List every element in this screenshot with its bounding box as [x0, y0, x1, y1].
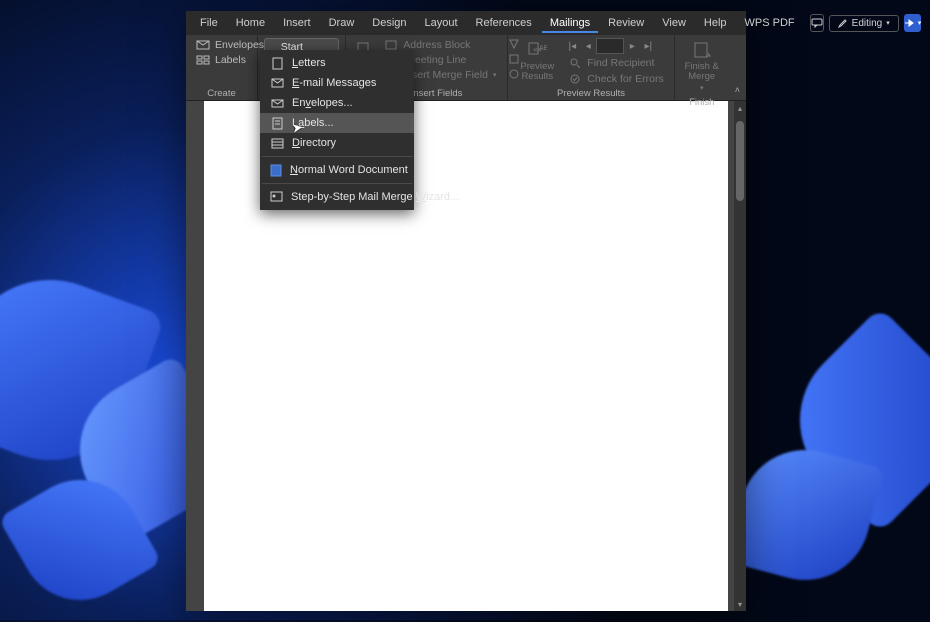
menu-label: Normal Word Document: [290, 164, 408, 176]
share-button[interactable]: ▾: [904, 14, 922, 32]
record-nav: |◂ ◂ ▸ ▸|: [564, 38, 667, 54]
comment-icon: [811, 18, 823, 28]
tab-view[interactable]: View: [654, 13, 694, 33]
ribbon-group-preview: «»ABC Preview Results |◂ ◂ ▸ ▸| Find Rec…: [508, 35, 674, 100]
record-number-field: [596, 38, 624, 54]
menu-item-letters[interactable]: Letters: [260, 53, 414, 73]
tab-layout[interactable]: Layout: [417, 13, 466, 33]
group-label-preview: Preview Results: [514, 87, 667, 99]
menu-item-envelopes[interactable]: Envelopes...: [260, 93, 414, 113]
chevron-down-icon: ▾: [493, 71, 497, 79]
menu-label: Directory: [292, 137, 336, 149]
tab-references[interactable]: References: [468, 13, 540, 33]
menu-item-directory[interactable]: Directory: [260, 133, 414, 153]
menu-item-email[interactable]: E-mail Messages: [260, 73, 414, 93]
label-icon: [270, 116, 284, 130]
next-record-button: ▸: [624, 38, 640, 54]
directory-icon: [270, 136, 284, 150]
menu-label: Envelopes...: [292, 97, 353, 109]
finish-merge-button: Finish & Merge ▾: [681, 38, 723, 96]
label-icon: [196, 54, 210, 66]
search-icon: [568, 57, 582, 69]
menu-item-normal-doc[interactable]: Normal Word Document: [260, 160, 414, 180]
menu-item-wizard[interactable]: Step-by-Step Mail Merge Wizard...: [260, 187, 414, 207]
prev-record-button: ◂: [580, 38, 596, 54]
last-record-button: ▸|: [640, 38, 656, 54]
pencil-icon: [838, 18, 848, 28]
preview-results-label: Preview Results: [520, 62, 554, 82]
preview-icon: «»ABC: [527, 40, 547, 60]
envelope-icon: [270, 96, 284, 110]
tab-mailings[interactable]: Mailings: [542, 13, 598, 33]
mail-icon: [270, 76, 284, 90]
menu-label: Letters: [292, 57, 326, 69]
insert-merge-field-label: Insert Merge Field: [403, 69, 488, 81]
chevron-down-icon: ▾: [700, 84, 704, 94]
comments-button[interactable]: [810, 14, 824, 32]
labels-button[interactable]: Labels: [192, 53, 268, 67]
svg-text:ABC: ABC: [539, 45, 547, 52]
ribbon-group-create: Envelopes Labels Create: [186, 35, 258, 100]
chevron-down-icon: ▾: [886, 19, 890, 27]
ribbon-group-finish: Finish & Merge ▾ Finish: [675, 35, 729, 100]
scroll-thumb[interactable]: [736, 121, 744, 201]
scroll-down-button[interactable]: ▾: [734, 597, 746, 611]
check-icon: [568, 73, 582, 85]
tab-help[interactable]: Help: [696, 13, 735, 33]
scroll-up-button[interactable]: ▴: [734, 101, 746, 115]
envelope-icon: [196, 39, 210, 51]
tab-wps-pdf[interactable]: WPS PDF: [737, 13, 803, 33]
chevron-up-icon: ˄: [735, 85, 740, 95]
tab-insert[interactable]: Insert: [275, 13, 319, 33]
labels-label: Labels: [215, 54, 246, 66]
group-label-finish: Finish: [681, 96, 723, 108]
menu-separator: [262, 183, 412, 184]
share-icon: [904, 18, 916, 28]
word-doc-icon: [270, 163, 282, 177]
ribbon-collapse-button[interactable]: ˄: [729, 80, 746, 100]
wizard-icon: [270, 190, 283, 204]
ribbon-tabstrip: File Home Insert Draw Design Layout Refe…: [186, 11, 746, 35]
menu-label: Labels...: [292, 117, 334, 129]
tab-draw[interactable]: Draw: [321, 13, 363, 33]
tab-file[interactable]: File: [192, 13, 226, 33]
group-label-create: Create: [192, 87, 251, 99]
preview-results-button: «»ABC Preview Results: [514, 38, 560, 84]
tab-review[interactable]: Review: [600, 13, 652, 33]
document-icon: [270, 56, 284, 70]
menu-item-labels[interactable]: Labels...: [260, 113, 414, 133]
menu-label: Step-by-Step Mail Merge Wizard...: [291, 191, 459, 203]
editing-label: Editing: [852, 18, 883, 29]
check-errors-button: Check for Errors: [564, 72, 667, 86]
chevron-down-icon: ▾: [918, 19, 922, 27]
envelopes-button[interactable]: Envelopes: [192, 38, 268, 52]
finish-icon: [692, 40, 712, 60]
editing-mode-button[interactable]: Editing ▾: [829, 15, 899, 32]
envelopes-label: Envelopes: [215, 39, 264, 51]
find-recipient-button: Find Recipient: [564, 56, 667, 70]
tab-design[interactable]: Design: [364, 13, 414, 33]
vertical-scrollbar[interactable]: ▴ ▾: [734, 101, 746, 611]
finish-merge-label: Finish & Merge: [685, 62, 719, 82]
check-errors-label: Check for Errors: [587, 73, 663, 85]
menu-label: E-mail Messages: [292, 77, 376, 89]
tab-home[interactable]: Home: [228, 13, 273, 33]
start-mail-merge-menu: Letters E-mail Messages Envelopes... Lab…: [260, 50, 414, 210]
menu-separator: [262, 156, 412, 157]
find-recipient-label: Find Recipient: [587, 57, 654, 69]
first-record-button: |◂: [564, 38, 580, 54]
